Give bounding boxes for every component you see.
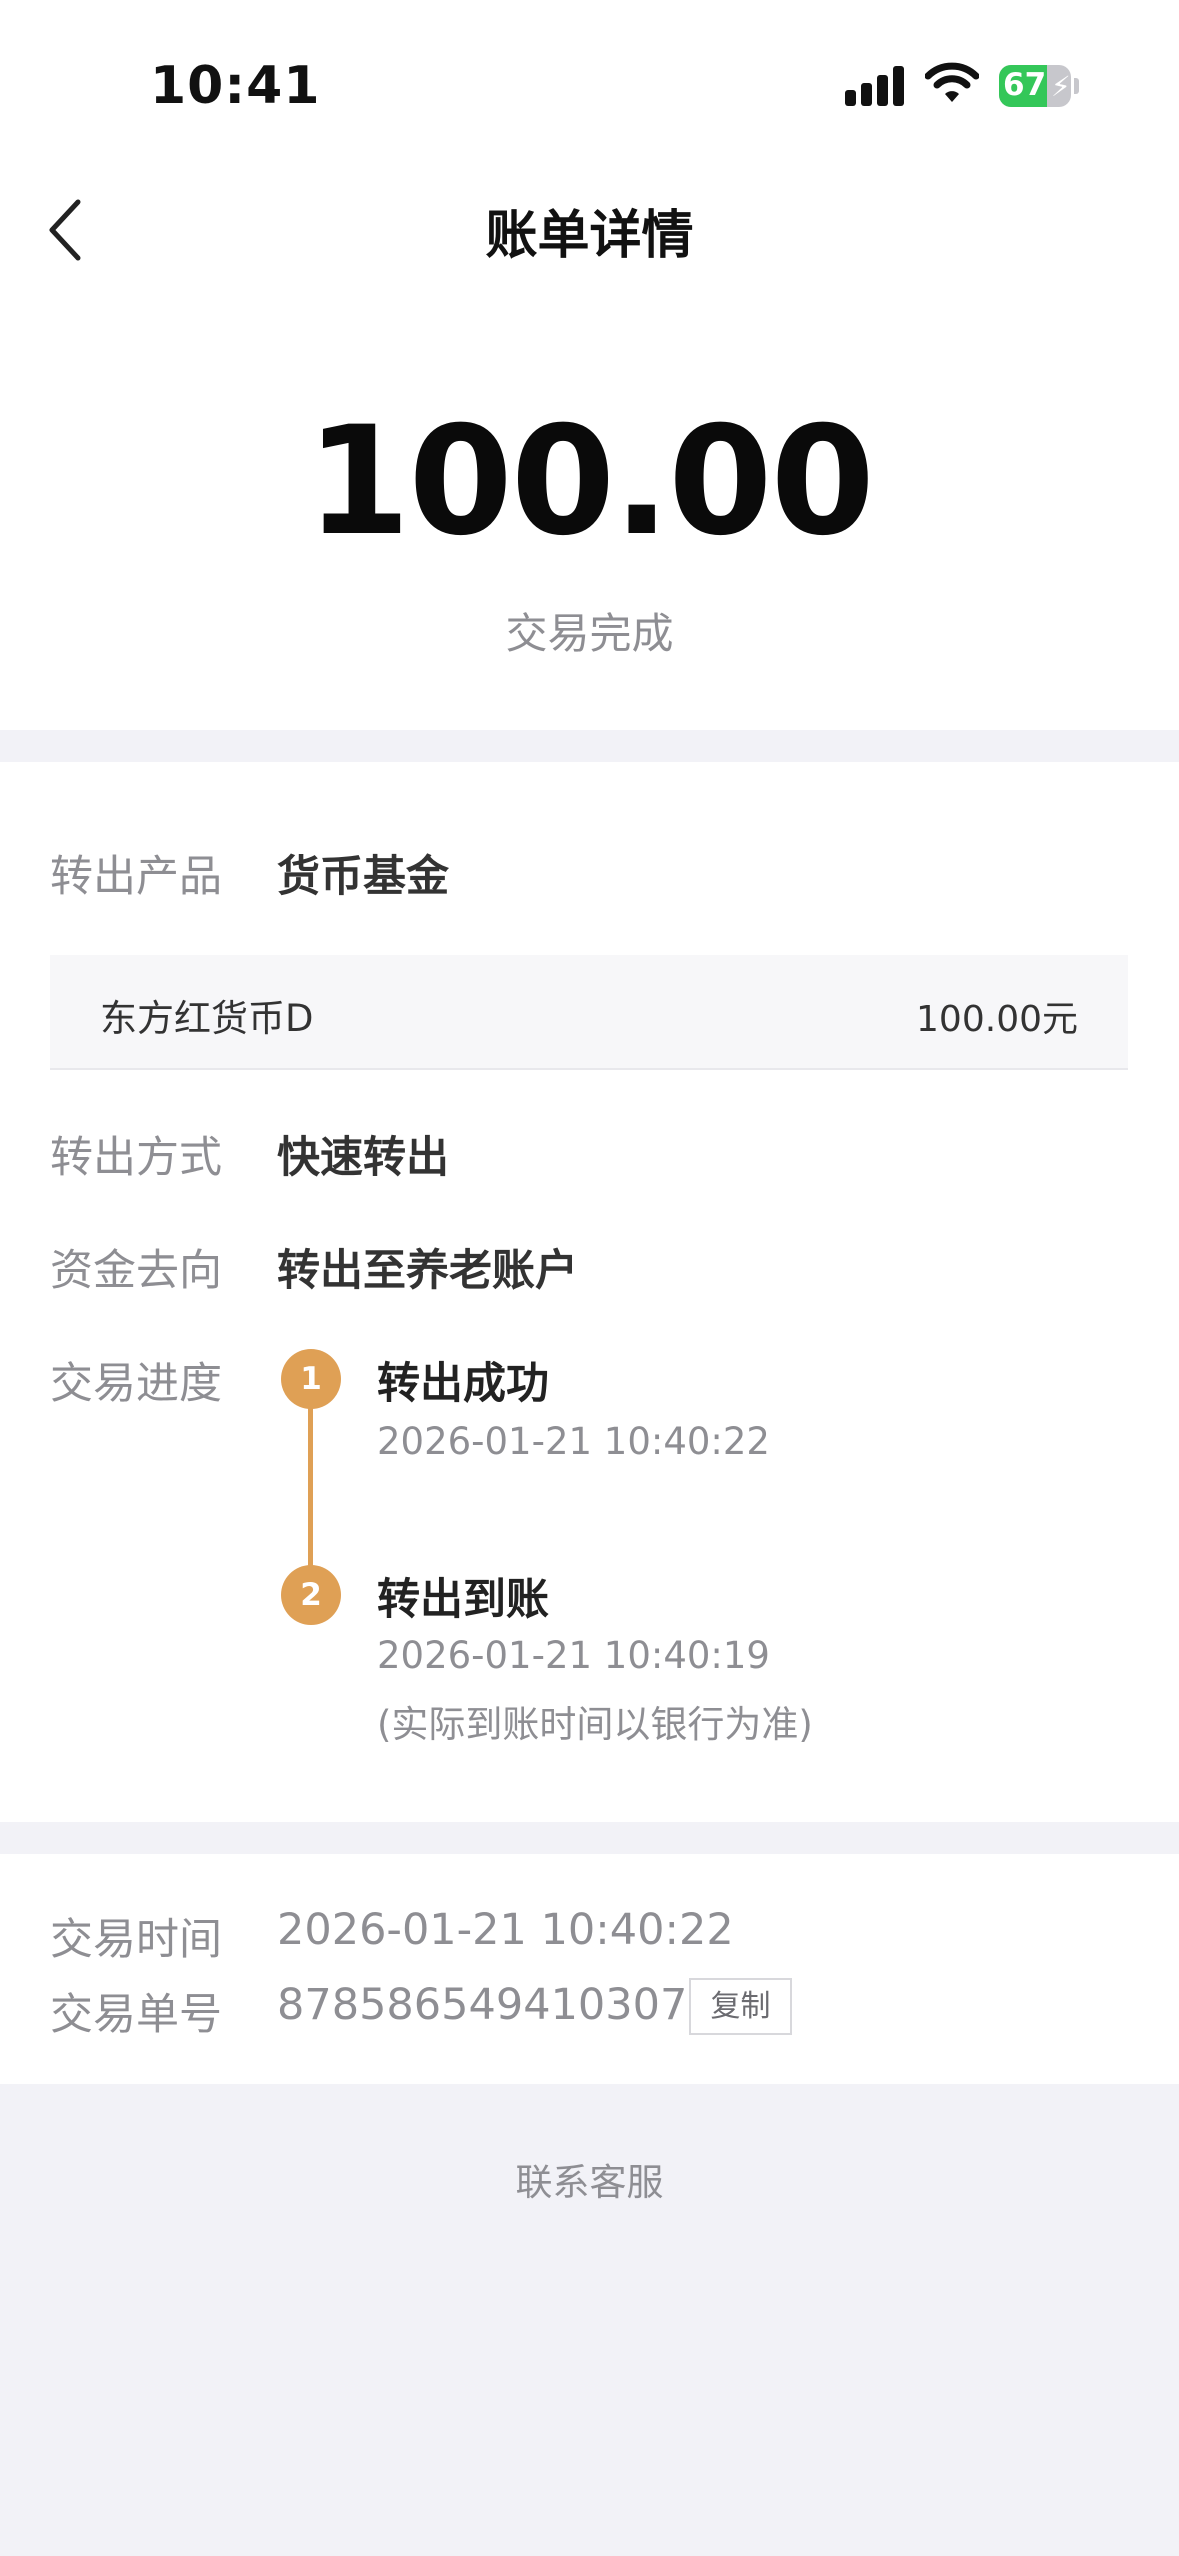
- transaction-info-card: [0, 1854, 1179, 2084]
- timeline-connector: [308, 1378, 313, 1593]
- transaction-amount: 100.00: [306, 395, 875, 569]
- transaction-status: 交易完成: [505, 609, 674, 658]
- method-value: 快速转出: [277, 1133, 449, 1183]
- destination-label: 资金去向: [50, 1246, 222, 1296]
- order-number-label: 交易单号: [50, 1990, 222, 2040]
- page-title: 账单详情: [485, 206, 694, 266]
- wifi-icon: [925, 62, 979, 102]
- transaction-time-label: 交易时间: [50, 1915, 222, 1965]
- step-2-note: (实际到账时间以银行为准): [377, 1703, 813, 1746]
- destination-value: 转出至养老账户: [277, 1246, 578, 1296]
- order-number-value: 878586549410307: [277, 1980, 688, 2030]
- fund-amount: 100.00元: [916, 999, 1078, 1040]
- battery-nub: [1074, 78, 1079, 94]
- method-label: 转出方式: [50, 1133, 222, 1183]
- product-label: 转出产品: [50, 852, 222, 902]
- step-2-title: 转出到账: [377, 1575, 549, 1625]
- step-1-time: 2026-01-21 10:40:22: [377, 1420, 770, 1463]
- fund-name: 东方红货币D: [100, 997, 314, 1040]
- contact-support-link[interactable]: 联系客服: [0, 2152, 1179, 2206]
- battery-charging-icon: 67 ⚡: [999, 65, 1079, 107]
- copy-button[interactable]: 复制: [689, 1978, 792, 2035]
- charging-bolt-icon: ⚡: [1051, 70, 1071, 103]
- progress-label: 交易进度: [50, 1359, 222, 1409]
- product-value: 货币基金: [277, 852, 449, 902]
- fund-row: 东方红货币D 100.00元: [50, 955, 1128, 1070]
- step-1-marker: 1: [281, 1349, 341, 1409]
- battery-percent: 67: [1003, 67, 1047, 103]
- transaction-time-value: 2026-01-21 10:40:22: [277, 1905, 734, 1955]
- step-2-time: 2026-01-21 10:40:19: [377, 1634, 770, 1677]
- status-time: 10:41: [150, 56, 321, 116]
- cellular-signal-icon: [845, 64, 907, 106]
- step-1-title: 转出成功: [377, 1359, 549, 1409]
- step-2-marker: 2: [281, 1565, 341, 1625]
